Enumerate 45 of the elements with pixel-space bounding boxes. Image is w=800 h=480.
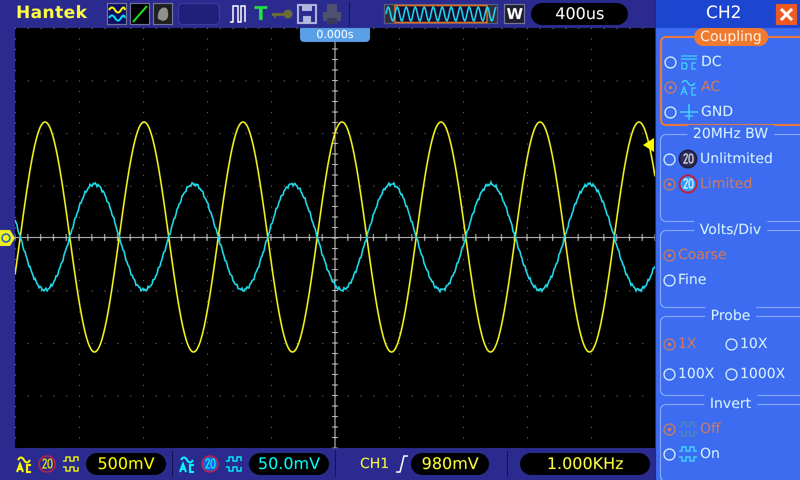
option-label[interactable]: 10X <box>740 337 768 351</box>
square-wave-icon <box>678 446 698 462</box>
option-label[interactable]: DC <box>701 55 722 69</box>
option-label[interactable]: 1000X <box>740 367 786 381</box>
ground-icon <box>679 103 699 121</box>
bandwidth-icon <box>678 149 698 169</box>
panel-title: CH2 <box>706 2 742 26</box>
option-label[interactable]: 100X <box>678 367 714 381</box>
bandwidth-limit-icon <box>38 455 56 473</box>
pulse-icon[interactable] <box>228 3 248 25</box>
square-wave-icon <box>225 456 243 472</box>
option-label[interactable]: Unlitmited <box>700 152 773 166</box>
dual-wave-icon[interactable] <box>107 3 128 25</box>
square-wave-icon <box>62 456 80 472</box>
bandwidth-limit-icon <box>678 174 698 194</box>
trigger-level-display: 980mV <box>411 453 490 475</box>
group-title: Coupling <box>694 28 768 46</box>
line-icon[interactable] <box>130 3 150 25</box>
brand-logo: Hantek <box>16 2 88 26</box>
channel-marker-icon[interactable] <box>0 229 16 247</box>
window-button[interactable]: W <box>504 4 526 24</box>
option-label[interactable]: GND <box>701 105 734 119</box>
radio-button[interactable] <box>663 178 676 190</box>
save-icon[interactable] <box>297 4 318 24</box>
persistence-icon[interactable] <box>153 3 174 25</box>
waveform-overview-icon <box>384 4 498 24</box>
radio-button[interactable] <box>663 422 676 436</box>
radio-button[interactable] <box>663 338 676 350</box>
volts-per-div-display: 50.0mV <box>249 453 329 475</box>
square-wave-icon <box>678 421 698 437</box>
time-position-marker[interactable]: 0.000s <box>300 28 370 42</box>
dc-coupling-icon <box>679 54 699 70</box>
bandwidth-limit-icon <box>201 455 219 473</box>
rising-edge-icon <box>395 455 410 473</box>
option-label[interactable]: Fine <box>678 273 706 287</box>
close-icon[interactable] <box>776 4 797 24</box>
timebase-display: 400us <box>531 3 628 25</box>
trigger-mode-label[interactable]: T <box>254 4 268 24</box>
frequency-display: 1.000KHz <box>520 453 650 475</box>
trigger-source-label: CH1 <box>360 454 390 474</box>
option-label[interactable]: On <box>700 447 720 461</box>
volts-per-div-display: 500mV <box>86 453 166 475</box>
radio-button[interactable] <box>664 80 677 94</box>
radio-button[interactable] <box>663 248 676 262</box>
ac-coupling-icon <box>679 78 699 96</box>
